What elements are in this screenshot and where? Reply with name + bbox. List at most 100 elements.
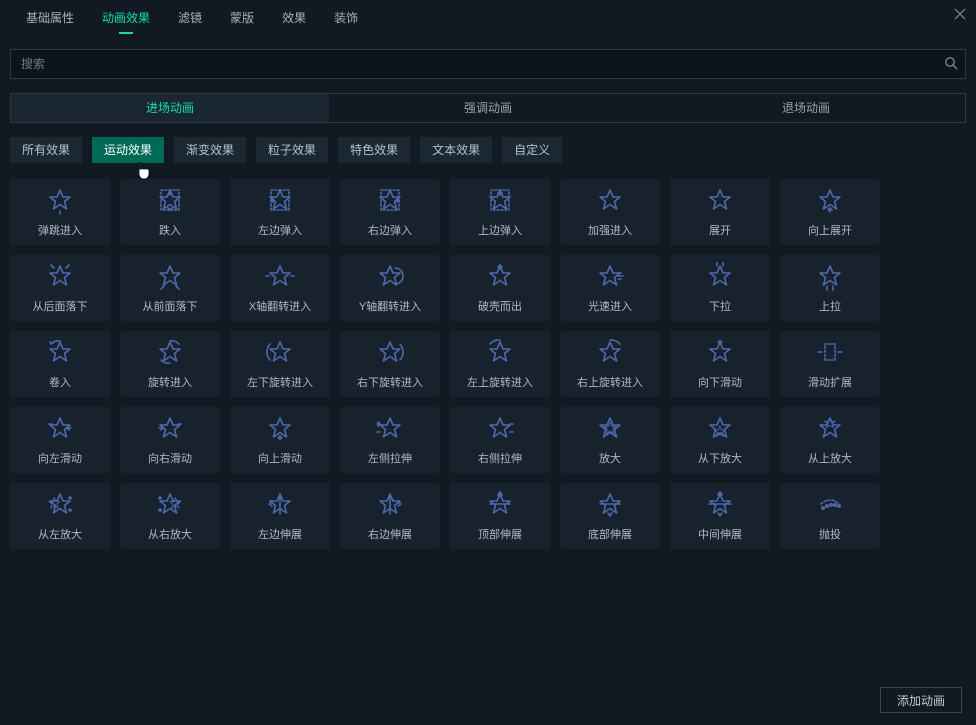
effect-card[interactable]: 卷入: [10, 331, 110, 397]
effect-card[interactable]: 左边弹入: [230, 179, 330, 245]
effect-card[interactable]: 右边弹入: [340, 179, 440, 245]
effect-card[interactable]: X轴翻转进入: [230, 255, 330, 321]
top-tab-1[interactable]: 动画效果: [88, 0, 164, 34]
effect-label: 从右放大: [148, 526, 192, 542]
effect-card[interactable]: 向右滑动: [120, 407, 220, 473]
effect-icon: [485, 490, 515, 520]
effect-card[interactable]: 破壳而出: [450, 255, 550, 321]
effect-label: 下拉: [709, 298, 731, 314]
effect-label: 左边伸展: [258, 526, 302, 542]
effect-card[interactable]: 从下放大: [670, 407, 770, 473]
effect-category-chips: 所有效果运动效果渐变效果粒子效果特色效果文本效果自定义: [10, 137, 966, 163]
search-box: [10, 49, 966, 79]
effect-card[interactable]: 中间伸展: [670, 483, 770, 549]
effect-icon: [155, 414, 185, 444]
effect-card[interactable]: 下拉: [670, 255, 770, 321]
effect-card[interactable]: 左边伸展: [230, 483, 330, 549]
effect-card[interactable]: 加强进入: [560, 179, 660, 245]
effect-card[interactable]: 弹跳进入: [10, 179, 110, 245]
effect-icon: [375, 338, 405, 368]
effect-icon: [375, 262, 405, 292]
segment-1[interactable]: 强调动画: [329, 94, 647, 122]
effect-label: 左下旋转进入: [247, 374, 313, 390]
effect-icon: [375, 186, 405, 216]
effect-card[interactable]: 顶部伸展: [450, 483, 550, 549]
effect-icon: [705, 490, 735, 520]
add-animation-button[interactable]: 添加动画: [880, 687, 962, 713]
effect-card[interactable]: 上拉: [780, 255, 880, 321]
effect-card[interactable]: 跌入: [120, 179, 220, 245]
effect-card[interactable]: 左上旋转进入: [450, 331, 550, 397]
effect-card[interactable]: 右上旋转进入: [560, 331, 660, 397]
effect-card[interactable]: 右侧拉伸: [450, 407, 550, 473]
effect-icon: [485, 262, 515, 292]
top-tab-4[interactable]: 效果: [268, 0, 320, 34]
segment-2[interactable]: 退场动画: [647, 94, 965, 122]
effect-label: 右上旋转进入: [577, 374, 643, 390]
effect-card[interactable]: 从右放大: [120, 483, 220, 549]
effect-card[interactable]: 右下旋转进入: [340, 331, 440, 397]
effect-card[interactable]: 从上放大: [780, 407, 880, 473]
effect-icon: [155, 186, 185, 216]
effect-card[interactable]: 从前面落下: [120, 255, 220, 321]
effect-icon: [45, 490, 75, 520]
effect-label: Y轴翻转进入: [359, 298, 421, 314]
effect-card[interactable]: 从左放大: [10, 483, 110, 549]
effect-card[interactable]: 旋转进入: [120, 331, 220, 397]
effect-card[interactable]: Y轴翻转进入: [340, 255, 440, 321]
chip-2[interactable]: 渐变效果: [174, 137, 246, 163]
effect-label: 破壳而出: [478, 298, 522, 314]
top-tab-2[interactable]: 滤镜: [164, 0, 216, 34]
effect-card[interactable]: 放大: [560, 407, 660, 473]
effect-label: 旋转进入: [148, 374, 192, 390]
effect-card[interactable]: 向左滑动: [10, 407, 110, 473]
effect-icon: [815, 186, 845, 216]
search-input[interactable]: [10, 49, 966, 79]
effect-label: 光速进入: [588, 298, 632, 314]
effect-card[interactable]: 上边弹入: [450, 179, 550, 245]
chip-4[interactable]: 特色效果: [338, 137, 410, 163]
effect-label: 从左放大: [38, 526, 82, 542]
effect-label: 右边弹入: [368, 222, 412, 238]
effect-card[interactable]: 向上展开: [780, 179, 880, 245]
close-icon[interactable]: [954, 8, 966, 20]
effect-label: 右下旋转进入: [357, 374, 423, 390]
effect-label: 弹跳进入: [38, 222, 82, 238]
chip-5[interactable]: 文本效果: [420, 137, 492, 163]
effect-card[interactable]: 底部伸展: [560, 483, 660, 549]
effect-label: 中间伸展: [698, 526, 742, 542]
effect-label: 右侧拉伸: [478, 450, 522, 466]
effects-grid: 弹跳进入 跌入左边弹入 右边弹入 上边弹入加强进入展开向上展开从后面落下从前面落下X轴…: [10, 179, 966, 549]
chip-3[interactable]: 粒子效果: [256, 137, 328, 163]
segment-0[interactable]: 进场动画: [11, 94, 329, 122]
effect-label: 左边弹入: [258, 222, 302, 238]
search-icon[interactable]: [944, 56, 958, 70]
effect-card[interactable]: 抛投: [780, 483, 880, 549]
effect-icon: [45, 262, 75, 292]
effect-icon: [485, 338, 515, 368]
effect-icon: [815, 262, 845, 292]
effect-card[interactable]: 从后面落下: [10, 255, 110, 321]
effect-label: 顶部伸展: [478, 526, 522, 542]
effect-icon: [265, 262, 295, 292]
effect-label: 向右滑动: [148, 450, 192, 466]
effect-card[interactable]: 左侧拉伸: [340, 407, 440, 473]
chip-6[interactable]: 自定义: [502, 137, 562, 163]
chip-1[interactable]: 运动效果: [92, 137, 164, 163]
top-tab-3[interactable]: 蒙版: [216, 0, 268, 34]
top-tab-0[interactable]: 基础属性: [12, 0, 88, 34]
effect-card[interactable]: 左下旋转进入: [230, 331, 330, 397]
effect-icon: [815, 414, 845, 444]
effect-card[interactable]: 展开: [670, 179, 770, 245]
chip-0[interactable]: 所有效果: [10, 137, 82, 163]
effect-card[interactable]: 向上滑动: [230, 407, 330, 473]
effect-card[interactable]: 滑动扩展: [780, 331, 880, 397]
effect-icon: [705, 414, 735, 444]
effect-card[interactable]: 光速进入: [560, 255, 660, 321]
top-tab-5[interactable]: 装饰: [320, 0, 372, 34]
effect-icon: [705, 338, 735, 368]
effect-icon: [155, 338, 185, 368]
effect-icon: [595, 490, 625, 520]
effect-card[interactable]: 向下滑动: [670, 331, 770, 397]
effect-card[interactable]: 右边伸展: [340, 483, 440, 549]
